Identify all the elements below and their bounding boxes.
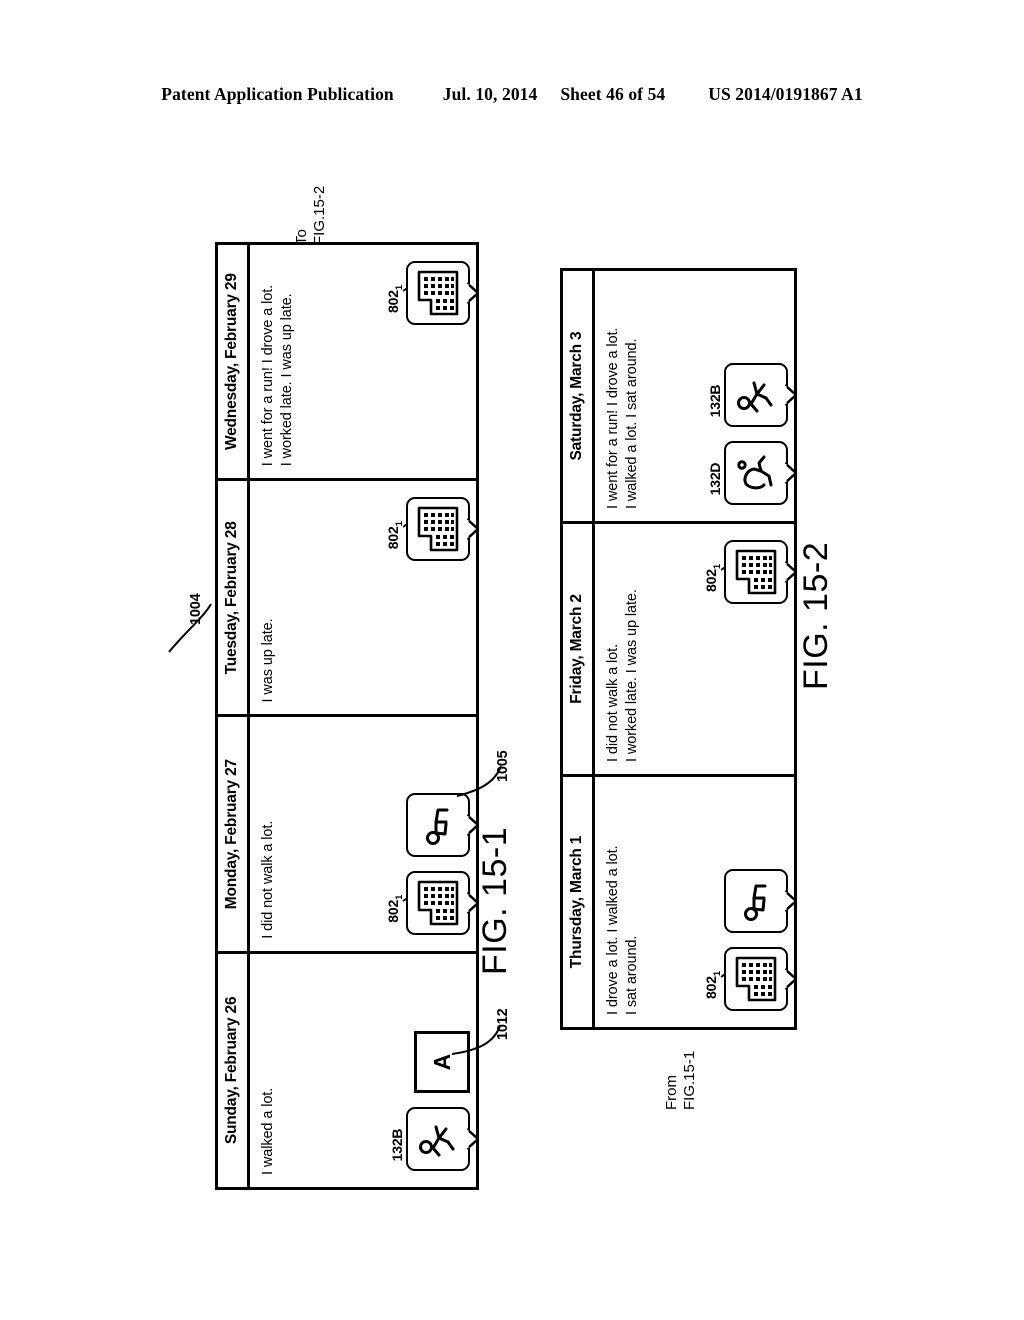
- speech-bubble-tail: [467, 518, 479, 541]
- reference-numeral: 132D: [707, 462, 723, 496]
- icon-card-wrapper: 8021: [703, 947, 797, 1011]
- callout-1012: 1012: [495, 1008, 511, 1040]
- speech-bubble-tail: [785, 561, 797, 583]
- connector-note-to-fig-15-2: To FIG.15-2: [293, 185, 328, 245]
- icon-card-wrapper: 132B: [707, 363, 797, 427]
- page-header: Patent Application Publication Jul. 10, …: [0, 84, 1024, 105]
- icon-card-row: 8021: [703, 524, 797, 774]
- connector-letter-box: A: [414, 1031, 470, 1093]
- callout-1005: 1005: [495, 750, 511, 782]
- activity-icon-card[interactable]: [406, 1107, 479, 1171]
- icon-card-row: 132D 132B: [707, 271, 797, 521]
- icon-card-row: 132B A: [389, 954, 479, 1187]
- day-panel-body: I went for a run! I drove a lot. I walke…: [595, 271, 797, 521]
- reference-numeral: 8021: [385, 285, 405, 313]
- publication-date: Jul. 10, 2014: [442, 84, 538, 104]
- day-panel-title: Monday, February 27: [218, 717, 250, 951]
- reference-numeral: 132B: [389, 1128, 405, 1162]
- sitting-person-icon: [426, 808, 449, 845]
- icon-card-wrapper: 132B: [389, 1107, 479, 1171]
- patent-number: US 2014/0191867 A1: [708, 84, 863, 104]
- icon-card-wrapper: A: [414, 1031, 470, 1093]
- speech-bubble-tail: [467, 282, 479, 304]
- walking-person-icon: [737, 381, 773, 413]
- speech-bubble-tail: [467, 1128, 479, 1150]
- activity-icon-card[interactable]: [406, 792, 479, 857]
- sheet-label: Sheet 46 of 54: [560, 84, 666, 104]
- day-summary-text: I did not walk a lot. I worked late. I w…: [605, 589, 640, 762]
- day-panel-body: I did not walk a lot. I worked late. I w…: [595, 524, 797, 774]
- day-panel-title: Sunday, February 26: [218, 953, 250, 1187]
- icon-card-wrapper: [406, 792, 479, 857]
- day-panel[interactable]: Saturday, March 3 I went for a run! I dro…: [563, 271, 797, 521]
- icon-card-wrapper: 8021: [385, 261, 479, 325]
- icon-card-row: 8021: [385, 245, 479, 478]
- office-building-icon: [735, 549, 777, 595]
- day-panel-body: I did not walk a lot. 8021: [250, 718, 479, 951]
- running-person-icon: [737, 455, 773, 490]
- day-panel[interactable]: Thursday, March 1 I drove a lot. I walked…: [563, 774, 797, 1027]
- figure-caption-15-2: FIG. 15-2: [797, 541, 835, 690]
- activity-icon-card[interactable]: [724, 869, 797, 933]
- day-panel-title: Friday, March 2: [563, 524, 595, 774]
- day-panel-title: Wednesday, February 29: [218, 245, 250, 479]
- day-panel[interactable]: Sunday, February 26 I walked a lot. 132B A: [218, 950, 479, 1187]
- icon-card-wrapper: 8021: [703, 540, 797, 604]
- activity-icon-card[interactable]: [724, 441, 797, 505]
- day-panel[interactable]: Monday, February 27 I did not walk a lot.…: [218, 714, 479, 951]
- day-summary-text: I walked a lot.: [260, 1087, 276, 1175]
- office-building-icon: [417, 270, 459, 316]
- day-strip-fig1: Sunday, February 26 I walked a lot. 132B A M…: [215, 242, 479, 1190]
- connector-note-from-fig-15-1: From FIG.15-1: [663, 1050, 698, 1110]
- day-panel-title: Thursday, March 1: [563, 777, 595, 1027]
- icon-card-wrapper: 8021: [385, 497, 479, 562]
- speech-bubble-tail: [785, 968, 797, 990]
- office-building-icon: [735, 956, 777, 1002]
- day-panel-body: I walked a lot. 132B A: [250, 954, 479, 1187]
- day-panel-title: Tuesday, February 28: [218, 481, 250, 715]
- activity-icon-card[interactable]: [406, 497, 479, 562]
- day-summary-text: I did not walk a lot.: [260, 820, 276, 939]
- reference-numeral: 8021: [385, 521, 405, 550]
- walking-person-icon: [419, 1125, 455, 1157]
- day-summary-text: I went for a run! I drove a lot. I worke…: [260, 284, 295, 467]
- day-panel-body: I went for a run! I drove a lot. I worke…: [250, 245, 479, 478]
- office-building-icon: [417, 506, 459, 552]
- day-panel[interactable]: Friday, March 2 I did not walk a lot. I w…: [563, 521, 797, 774]
- speech-bubble-tail: [785, 384, 797, 406]
- activity-icon-card[interactable]: [406, 870, 479, 935]
- icon-card-row: 8021: [385, 718, 479, 951]
- figure-15-1: Sunday, February 26 I walked a lot. 132B A M…: [215, 242, 479, 1190]
- activity-icon-card[interactable]: [724, 363, 797, 427]
- speech-bubble-tail: [785, 890, 797, 912]
- day-panel-title: Saturday, March 3: [563, 271, 595, 521]
- activity-icon-card[interactable]: [406, 261, 479, 325]
- day-panel[interactable]: Wednesday, February 29 I went for a run! …: [218, 245, 479, 479]
- icon-card-row: 8021: [385, 481, 479, 714]
- speech-bubble-tail: [785, 462, 797, 484]
- reference-numeral: 132B: [707, 384, 723, 418]
- activity-icon-card[interactable]: [724, 540, 797, 604]
- day-summary-text: I went for a run! I drove a lot. I walke…: [605, 327, 640, 509]
- reference-numeral: 8021: [703, 971, 723, 999]
- publication-label: Patent Application Publication: [161, 84, 394, 104]
- reference-numeral: 8021: [385, 894, 405, 923]
- callout-1004: 1004: [188, 593, 204, 625]
- day-summary-text: I drove a lot. I walked a lot. I sat aro…: [605, 845, 640, 1015]
- day-strip-fig2: Thursday, March 1 I drove a lot. I walked…: [560, 268, 797, 1030]
- figure-15-2: Thursday, March 1 I drove a lot. I walked…: [560, 268, 797, 1030]
- office-building-icon: [417, 880, 459, 926]
- figure-caption-15-1: FIG. 15-1: [476, 826, 514, 975]
- icon-card-wrapper: 8021: [385, 870, 479, 935]
- icon-card-row: 8021: [703, 777, 797, 1027]
- day-panel-body: I drove a lot. I walked a lot. I sat aro…: [595, 777, 797, 1027]
- reference-numeral: 8021: [703, 564, 723, 592]
- day-summary-text: I was up late.: [260, 618, 276, 703]
- day-panel-body: I was up late. 8021: [250, 481, 479, 714]
- activity-icon-card[interactable]: [724, 947, 797, 1011]
- icon-card-wrapper: [724, 869, 797, 933]
- sitting-person-icon: [744, 884, 767, 921]
- icon-card-wrapper: 132D: [707, 441, 797, 505]
- day-panel[interactable]: Tuesday, February 28 I was up late. 8021: [218, 478, 479, 715]
